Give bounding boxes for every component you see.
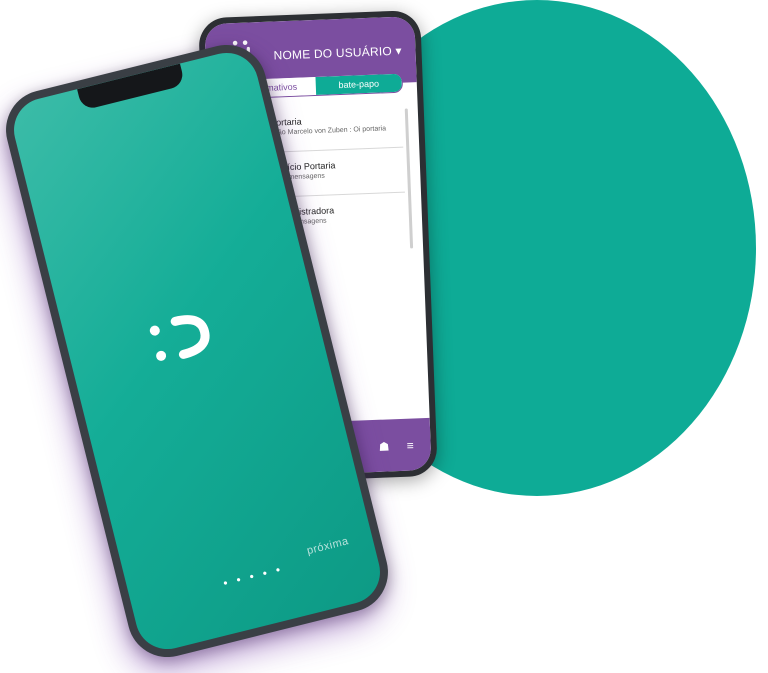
tab-bate-papo[interactable]: bate-papo <box>315 73 403 95</box>
menu-icon[interactable]: ≡ <box>406 438 414 452</box>
chat-title: Edifício Portaria <box>271 160 336 173</box>
chat-title: Portaria <box>270 116 302 128</box>
people-icon[interactable]: ☗ <box>378 439 389 453</box>
page-dots: • • • • • <box>221 561 285 591</box>
caret-down-icon: ▾ <box>395 43 402 58</box>
user-name-dropdown[interactable]: NOME DO USUÁRIO ▾ <box>273 44 402 63</box>
phone-notch <box>77 63 186 111</box>
smile-logo-icon <box>149 315 210 361</box>
user-name-label: NOME DO USUÁRIO <box>273 44 393 63</box>
